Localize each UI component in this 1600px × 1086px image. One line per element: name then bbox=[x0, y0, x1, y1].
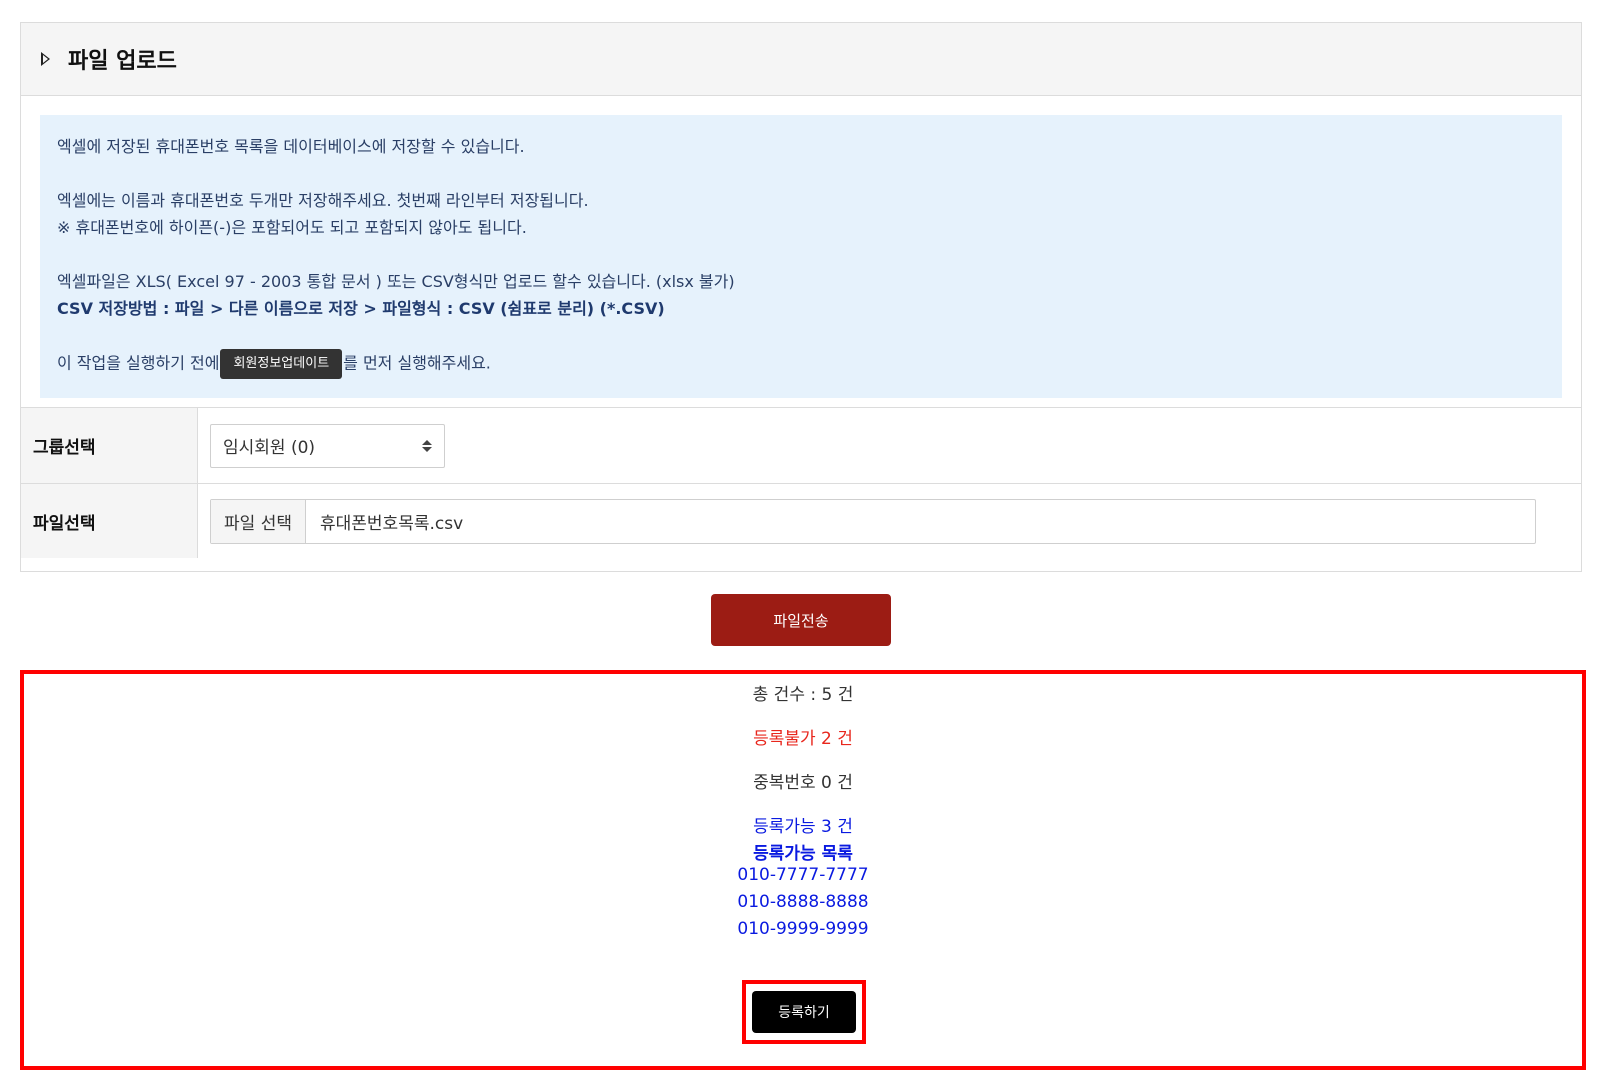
info-line-3: ※ 휴대폰번호에 하이픈(-)은 포함되어도 되고 포함되지 않아도 됩니다. bbox=[57, 218, 527, 237]
panel-title: 파일 업로드 bbox=[68, 49, 177, 74]
info-line-2: 엑셀에는 이름과 휴대폰번호 두개만 저장해주세요. 첫번째 라인부터 저장됩니… bbox=[57, 191, 589, 210]
triangle-right-icon bbox=[41, 52, 50, 66]
file-select-row: 파일선택 파일 선택 휴대폰번호목록.csv bbox=[21, 483, 1581, 558]
choose-file-button[interactable]: 파일 선택 bbox=[211, 499, 306, 543]
register-button-highlight: 등록하기 bbox=[742, 980, 866, 1044]
upload-result-box: 총 건수 : 5 건 등록불가 2 건 중복번호 0 건 등록가능 3 건 등록… bbox=[20, 670, 1586, 1070]
select-arrows-icon bbox=[422, 439, 432, 452]
group-select-label: 그룹선택 bbox=[21, 408, 198, 483]
group-select[interactable]: 임시회원 (0) bbox=[210, 423, 445, 468]
rejected-count: 등록불가 2 건 bbox=[753, 729, 853, 749]
duplicate-count: 중복번호 0 건 bbox=[753, 773, 853, 793]
group-select-value: 임시회원 (0) bbox=[223, 438, 316, 458]
phone-list-item: 010-9999-9999 bbox=[737, 919, 869, 939]
available-list-title: 등록가능 목록 bbox=[753, 844, 853, 864]
info-line-6: 이 작업을 실행하기 전에 회원정보업데이트 를 먼저 실행해주세요. bbox=[57, 349, 1545, 379]
phone-list-item: 010-7777-7777 bbox=[737, 865, 869, 885]
selected-file-name: 휴대폰번호목록.csv bbox=[320, 513, 464, 534]
file-input[interactable]: 파일 선택 휴대폰번호목록.csv bbox=[210, 498, 1536, 544]
info-line-1: 엑셀에 저장된 휴대폰번호 목록을 데이터베이스에 저장할 수 있습니다. bbox=[57, 137, 525, 156]
register-button[interactable]: 등록하기 bbox=[752, 991, 856, 1033]
available-count: 등록가능 3 건 bbox=[753, 817, 853, 837]
info-line-6-prefix: 이 작업을 실행하기 전에 bbox=[57, 353, 220, 373]
total-count: 총 건수 : 5 건 bbox=[752, 685, 854, 705]
file-select-label: 파일선택 bbox=[21, 484, 198, 558]
file-upload-panel: 파일 업로드 엑셀에 저장된 휴대폰번호 목록을 데이터베이스에 저장할 수 있… bbox=[20, 22, 1582, 572]
info-box: 엑셀에 저장된 휴대폰번호 목록을 데이터베이스에 저장할 수 있습니다. 엑셀… bbox=[40, 115, 1562, 398]
file-send-button[interactable]: 파일전송 bbox=[711, 594, 891, 646]
group-select-row: 그룹선택 임시회원 (0) bbox=[21, 407, 1581, 483]
member-info-update-button[interactable]: 회원정보업데이트 bbox=[220, 349, 343, 379]
info-line-csv-method: CSV 저장방법 : 파일 > 다른 이름으로 저장 > 파일형식 : CSV … bbox=[57, 299, 665, 318]
info-line-4: 엑셀파일은 XLS( Excel 97 - 2003 통합 문서 ) 또는 CS… bbox=[57, 272, 735, 291]
phone-list-item: 010-8888-8888 bbox=[737, 892, 869, 912]
info-line-6-suffix: 를 먼저 실행해주세요. bbox=[343, 353, 491, 373]
panel-header: 파일 업로드 bbox=[21, 23, 1581, 96]
